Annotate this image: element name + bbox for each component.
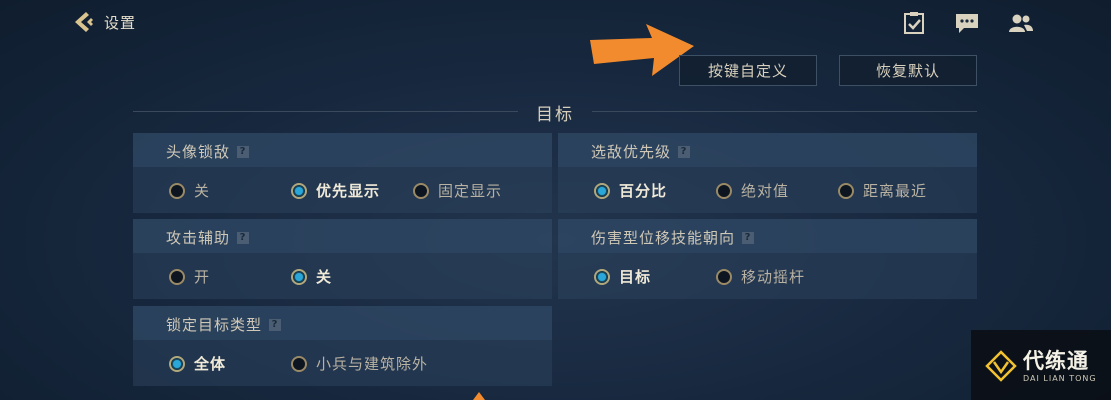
radio-button[interactable]: [169, 268, 185, 285]
setting-title: 头像锁敌: [166, 143, 231, 161]
radio-option[interactable]: 目标: [594, 266, 651, 287]
back-chevron-icon: [75, 12, 93, 32]
radio-button-selected[interactable]: [291, 182, 307, 199]
radio-button[interactable]: [838, 182, 854, 199]
help-icon[interactable]: ?: [678, 145, 691, 158]
radio-option[interactable]: 移动摇杆: [716, 266, 805, 287]
radio-option[interactable]: 百分比: [594, 180, 667, 201]
radio-option[interactable]: 距离最近: [838, 180, 927, 201]
radio-option[interactable]: 绝对值: [716, 180, 789, 201]
section-divider-right: [592, 111, 977, 112]
radio-button[interactable]: [716, 268, 732, 285]
help-icon[interactable]: ?: [237, 231, 250, 244]
watermark-logo-icon: [985, 350, 1017, 382]
setting-title: 选敌优先级: [591, 143, 672, 161]
radio-button[interactable]: [413, 182, 429, 199]
section-divider-left: [133, 111, 518, 112]
radio-option[interactable]: 小兵与建筑除外: [291, 353, 428, 374]
top-bar: 设置: [0, 0, 1111, 46]
back-button[interactable]: 设置: [72, 10, 136, 34]
setting-card-attack-assist: 攻击辅助 ? 开 关: [133, 219, 552, 299]
setting-card-dash-direction: 伤害型位移技能朝向 ? 目标 移动摇杆: [558, 219, 977, 299]
chat-icon[interactable]: [954, 11, 980, 35]
friends-icon[interactable]: [1008, 11, 1034, 35]
radio-button[interactable]: [291, 355, 307, 372]
radio-option[interactable]: 全体: [169, 353, 226, 374]
watermark: 代练通 DAI LIAN TONG: [971, 330, 1111, 400]
setting-title: 攻击辅助: [166, 229, 231, 247]
setting-card-target-priority: 选敌优先级 ? 百分比 绝对值 距离最近: [558, 133, 977, 213]
radio-option[interactable]: 关: [291, 266, 332, 287]
radio-button[interactable]: [716, 182, 732, 199]
radio-button-selected[interactable]: [594, 182, 610, 199]
radio-button-selected[interactable]: [594, 268, 610, 285]
page-title: 设置: [104, 13, 137, 32]
watermark-title: 代练通: [1023, 349, 1089, 373]
radio-option[interactable]: 关: [169, 180, 210, 201]
customize-keys-button[interactable]: 按键自定义: [679, 55, 817, 86]
setting-title: 锁定目标类型: [166, 316, 263, 334]
radio-button-selected[interactable]: [169, 355, 185, 372]
watermark-subtitle: DAI LIAN TONG: [1023, 374, 1097, 383]
radio-option[interactable]: 优先显示: [291, 180, 380, 201]
radio-option[interactable]: 开: [169, 266, 210, 287]
section-title: 目标: [536, 105, 574, 125]
help-icon[interactable]: ?: [269, 318, 282, 331]
restore-defaults-button[interactable]: 恢复默认: [839, 55, 977, 86]
setting-card-avatar-lock: 头像锁敌 ? 关 优先显示 固定显示: [133, 133, 552, 213]
scroll-indicator-icon: [473, 392, 485, 400]
radio-button-selected[interactable]: [291, 268, 307, 285]
setting-title: 伤害型位移技能朝向: [591, 229, 736, 247]
help-icon[interactable]: ?: [742, 231, 755, 244]
radio-option[interactable]: 固定显示: [413, 180, 502, 201]
radio-button[interactable]: [169, 182, 185, 199]
checklist-icon[interactable]: [901, 11, 927, 35]
setting-card-lock-target-type: 锁定目标类型 ? 全体 小兵与建筑除外: [133, 306, 552, 386]
help-icon[interactable]: ?: [237, 145, 250, 158]
